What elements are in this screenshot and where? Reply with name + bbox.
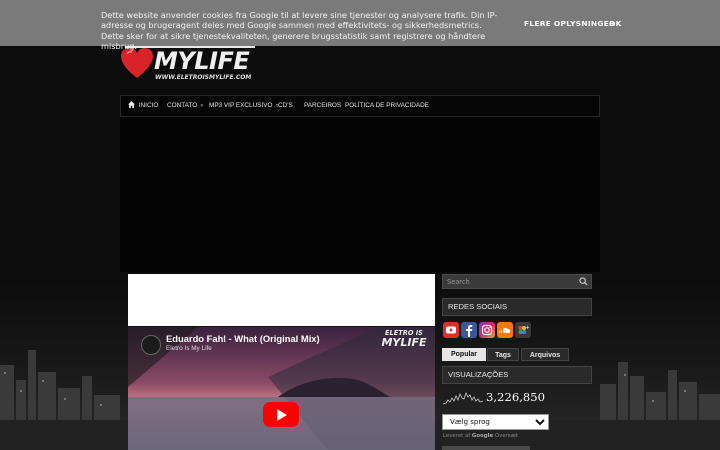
video-title[interactable]: Eduardo Fahl - What (Original Mix) [166, 333, 320, 344]
google-plus-icon[interactable]: + [515, 322, 531, 338]
svg-text:+: + [526, 325, 530, 331]
pageview-counter: 3,226,850 [486, 390, 546, 404]
channel-avatar[interactable] [141, 335, 161, 355]
nav-item-label: MP3 VIP EXCLUSIVO [209, 102, 273, 109]
home-icon [128, 101, 139, 109]
instagram-icon[interactable] [479, 322, 495, 338]
tab-tags[interactable]: Tags [487, 348, 519, 361]
cookie-ok-button[interactable]: OK [609, 19, 622, 28]
nav-item-contato[interactable]: CONTATO» [167, 96, 204, 116]
nav-item-label: PARCEIROS [304, 102, 342, 109]
search-icon[interactable] [579, 277, 588, 286]
main-navigation: INICIO CONTATO» MP3 VIP EXCLUSIVO» CD'S … [120, 95, 600, 117]
language-select[interactable]: Vælg sprog [442, 414, 549, 430]
nav-item-label: INICIO [138, 102, 159, 109]
more-info-button[interactable]: FLERE OPLYSNINGER [524, 19, 615, 28]
visualizacoes-title: VISUALIZAÇÕES [442, 366, 592, 384]
tab-popular[interactable]: Popular [442, 348, 486, 361]
nav-item-label: CD'S [278, 102, 293, 109]
cookie-consent-text: Dette website anvender cookies fra Googl… [101, 10, 498, 52]
nav-item-label: POLÍTICA DE PRIVACIDADE [345, 102, 430, 109]
nav-item-label: CONTATO [167, 102, 198, 109]
tab-arquivos[interactable]: Arquivos [521, 348, 569, 361]
overlay-logo-line2: MYLIFE [381, 336, 427, 349]
search-box [442, 274, 592, 289]
youtube-embed[interactable]: Eduardo Fahl - What (Original Mix) Eletr… [128, 327, 435, 450]
ad-slot [128, 274, 435, 326]
powered-by-label: Leveret af [443, 433, 471, 439]
nav-item-cds[interactable]: CD'S [278, 96, 293, 116]
nav-item-inicio[interactable]: INICIO [128, 96, 158, 116]
heart-icon [121, 48, 153, 78]
soundcloud-icon[interactable] [497, 322, 513, 338]
google-logo: Google [471, 433, 494, 439]
nav-item-parceiros[interactable]: PARCEIROS [304, 96, 341, 116]
youtube-icon[interactable] [443, 322, 459, 338]
redes-sociais-title: REDES SOCIAIS [442, 298, 592, 316]
cookie-consent-bar: Dette website anvender cookies fra Googl… [0, 0, 720, 51]
search-input[interactable] [443, 275, 577, 288]
facebook-icon[interactable] [461, 322, 477, 338]
sidebar-next-widget [442, 446, 530, 450]
ad-banner-area [120, 117, 600, 272]
translate-label: Oversæt [494, 433, 519, 439]
video-channel-name[interactable]: Eletro Is My Life [166, 345, 212, 352]
play-button[interactable] [263, 402, 299, 427]
logo-url: WWW.ELETROISMYLIFE.COM [155, 74, 252, 81]
powered-by-google-translate[interactable]: Leveret af Google Oversæt [443, 433, 518, 439]
video-overlay-logo: ELETRO IS MYLIFE [381, 329, 427, 351]
pageview-sparkline [443, 391, 483, 405]
chevron-right-icon: » [200, 103, 204, 109]
nav-item-mp3-vip[interactable]: MP3 VIP EXCLUSIVO» [209, 96, 279, 116]
nav-item-politica[interactable]: POLÍTICA DE PRIVACIDADE [345, 96, 429, 116]
